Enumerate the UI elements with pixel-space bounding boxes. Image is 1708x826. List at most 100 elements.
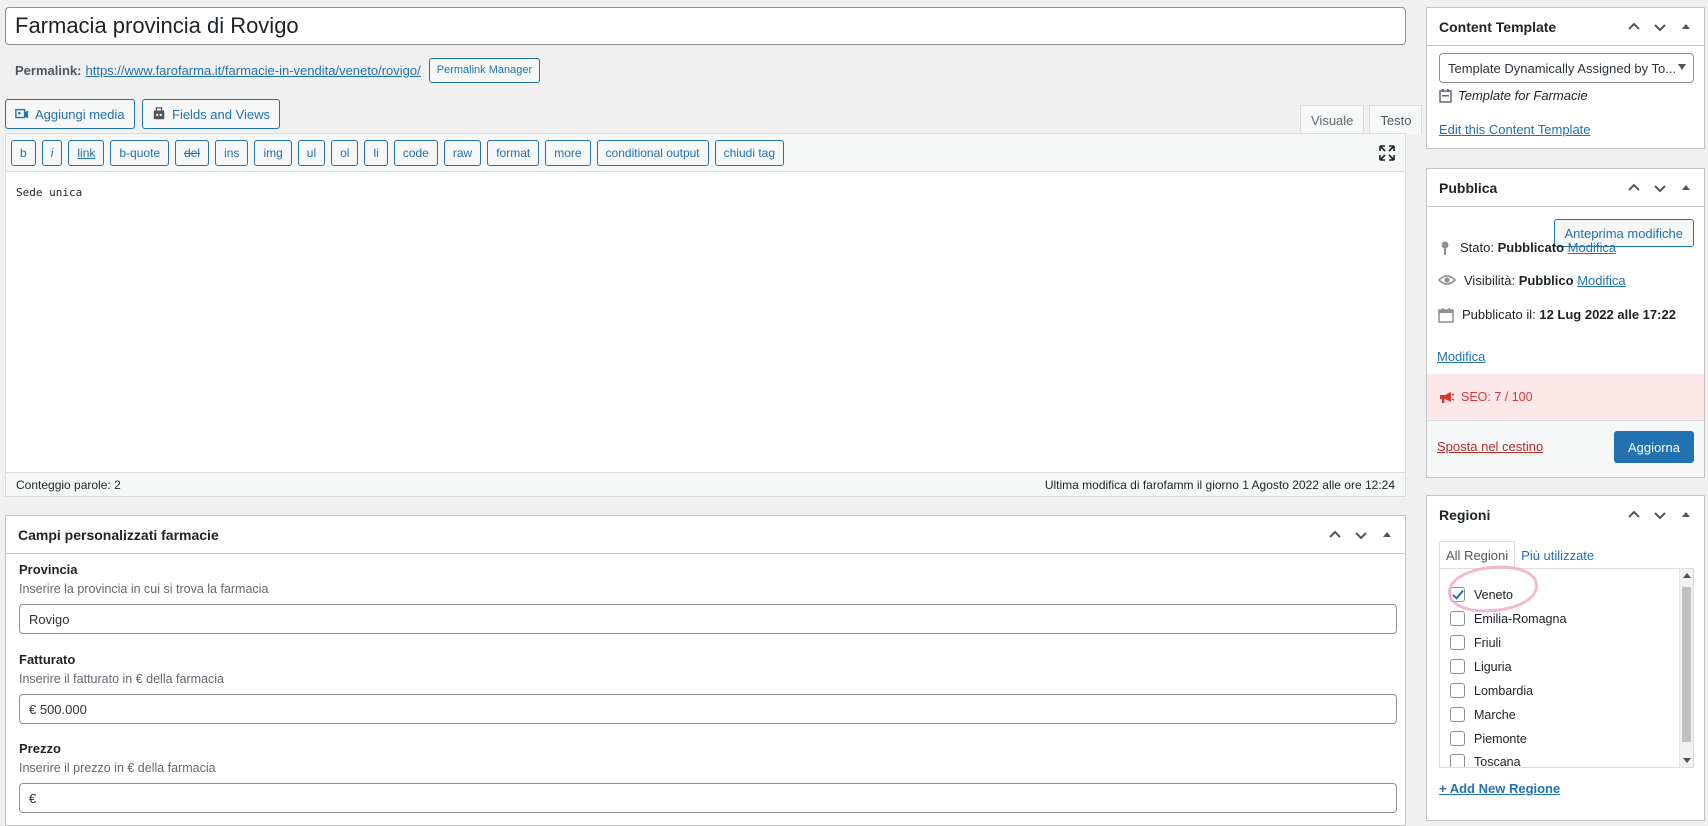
qt-ins-button[interactable]: ins <box>215 139 249 166</box>
visibility-label: Visibilità: <box>1464 273 1516 288</box>
region-checkbox[interactable] <box>1450 635 1465 650</box>
qt-del-button[interactable]: del <box>175 139 210 166</box>
move-down-icon[interactable] <box>1652 180 1668 196</box>
qt-format-button[interactable]: format <box>487 139 540 166</box>
published-label: Pubblicato il: <box>1462 307 1536 322</box>
edit-status-link[interactable]: Modifica <box>1568 240 1616 255</box>
region-item-friuli[interactable]: Friuli <box>1450 635 1501 650</box>
visibility-row: Visibilità: Pubblico Modifica <box>1438 273 1626 288</box>
field-description: Inserire il fatturato in € della farmaci… <box>19 672 224 686</box>
scrollbar-thumb[interactable] <box>1682 587 1691 742</box>
chevron-down-icon <box>1678 64 1686 70</box>
move-up-icon[interactable] <box>1626 180 1642 196</box>
pin-icon <box>1441 241 1449 255</box>
region-checkbox[interactable] <box>1450 754 1465 767</box>
publish-header: Pubblica <box>1427 169 1704 207</box>
template-icon <box>1439 89 1452 103</box>
tab-piu-utilizzate[interactable]: Più utilizzate <box>1515 541 1600 569</box>
fatturato-input[interactable]: € 500.000 <box>19 694 1397 724</box>
regions-tabs: All Regioni Più utilizzate <box>1439 541 1600 569</box>
move-up-icon[interactable] <box>1626 19 1642 35</box>
update-button[interactable]: Aggiorna <box>1613 431 1694 463</box>
prezzo-input[interactable]: € <box>19 783 1397 813</box>
move-up-icon[interactable] <box>1626 507 1642 523</box>
seo-score-bar[interactable]: SEO: 7 / 100 <box>1427 374 1704 420</box>
collapse-toggle-icon[interactable] <box>1678 507 1694 523</box>
fullscreen-icon[interactable] <box>1379 145 1395 161</box>
fields-views-label: Fields and Views <box>172 106 271 122</box>
qt-img-button[interactable]: img <box>254 139 292 166</box>
region-item-toscana[interactable]: Toscana <box>1450 754 1521 767</box>
field-label: Fatturato <box>19 652 76 667</box>
content-template-select[interactable]: Template Dynamically Assigned by To... <box>1439 53 1694 83</box>
qt-raw-button[interactable]: raw <box>443 139 482 166</box>
permalink-url[interactable]: https://www.farofarma.it/farmacie-in-ven… <box>85 63 420 78</box>
collapse-toggle-icon[interactable] <box>1678 19 1694 35</box>
qt-blockquote-button[interactable]: b-quote <box>110 139 170 166</box>
region-item-lombardia[interactable]: Lombardia <box>1450 683 1533 698</box>
calendar-icon <box>1438 308 1454 323</box>
regions-box: Regioni All Regioni Più utilizzate Venet… <box>1426 495 1705 821</box>
qt-ul-button[interactable]: ul <box>297 139 326 166</box>
move-down-icon[interactable] <box>1652 19 1668 35</box>
qt-close-tags-button[interactable]: chiudi tag <box>714 139 784 166</box>
region-checkbox[interactable] <box>1450 683 1465 698</box>
publish-title: Pubblica <box>1439 179 1498 196</box>
add-media-button[interactable]: Aggiungi media <box>5 99 135 129</box>
qt-conditional-output-button[interactable]: conditional output <box>596 139 709 166</box>
region-label: Lombardia <box>1474 683 1534 698</box>
qt-more-button[interactable]: more <box>545 139 591 166</box>
assigned-template-name: Template for Farmacie <box>1458 88 1588 103</box>
region-item-marche[interactable]: Marche <box>1450 707 1516 722</box>
regions-scrollbar[interactable] <box>1679 569 1693 767</box>
region-checkbox[interactable] <box>1450 707 1465 722</box>
status-row: Stato: Pubblicato Modifica <box>1438 240 1616 256</box>
status-label: Stato: <box>1460 240 1494 255</box>
custom-fields-header: Campi personalizzati farmacie <box>6 516 1405 554</box>
permalink-manager-button[interactable]: Permalink Manager <box>428 57 541 83</box>
edit-visibility-link[interactable]: Modifica <box>1577 273 1625 288</box>
post-title-input[interactable]: Farmacia provincia di Rovigo <box>5 7 1406 45</box>
qt-li-button[interactable]: li <box>364 139 388 166</box>
tab-visuale[interactable]: Visuale <box>1300 105 1365 134</box>
qt-ol-button[interactable]: ol <box>331 139 359 166</box>
seo-megaphone-icon <box>1440 392 1455 403</box>
qt-italic-button[interactable]: i <box>41 139 63 166</box>
fields-views-button[interactable]: Fields and Views <box>142 99 281 129</box>
editor-status-bar: Conteggio parole: 2 Ultima modifica di f… <box>6 472 1405 496</box>
eye-icon <box>1438 275 1456 285</box>
scroll-down-icon[interactable] <box>1683 758 1691 763</box>
scroll-up-icon[interactable] <box>1683 573 1691 578</box>
move-down-icon[interactable] <box>1652 507 1668 523</box>
add-new-regione-link[interactable]: + Add New Regione <box>1439 781 1560 796</box>
region-item-piemonte[interactable]: Piemonte <box>1450 731 1527 746</box>
move-to-trash-link[interactable]: Sposta nel cestino <box>1437 439 1543 454</box>
region-checkbox[interactable] <box>1450 659 1465 674</box>
edit-content-template-link[interactable]: Edit this Content Template <box>1439 122 1591 137</box>
qt-link-button[interactable]: link <box>68 139 105 166</box>
qt-bold-button[interactable]: b <box>11 139 36 166</box>
last-edit-info: Ultima modifica di farofamm il giorno 1 … <box>1044 477 1395 492</box>
editor-textarea[interactable]: Sede unica <box>16 186 82 199</box>
content-template-header: Content Template <box>1427 8 1704 46</box>
move-up-icon[interactable] <box>1327 527 1343 543</box>
status-value: Pubblicato <box>1497 240 1565 255</box>
region-checkbox[interactable] <box>1450 731 1465 746</box>
move-down-icon[interactable] <box>1353 527 1369 543</box>
region-checkbox[interactable] <box>1450 611 1465 626</box>
visibility-value: Pubblico <box>1518 273 1574 288</box>
provincia-input[interactable]: Rovigo <box>19 604 1397 634</box>
editor-tabs: Visuale Testo <box>1295 105 1423 134</box>
qt-code-button[interactable]: code <box>393 139 438 166</box>
collapse-toggle-icon[interactable] <box>1678 180 1694 196</box>
collapse-toggle-icon[interactable] <box>1379 527 1395 543</box>
region-item-liguria[interactable]: Liguria <box>1450 659 1512 674</box>
edit-date-link[interactable]: Modifica <box>1437 349 1485 364</box>
content-template-title: Content Template <box>1439 18 1557 35</box>
tab-testo[interactable]: Testo <box>1369 105 1423 134</box>
field-label: Prezzo <box>19 741 61 756</box>
region-item-emilia-romagna[interactable]: Emilia-Romagna <box>1450 611 1566 626</box>
region-label: Emilia-Romagna <box>1474 611 1567 626</box>
publish-box: Pubblica Anteprima modifiche Stato: Pubb… <box>1426 168 1705 478</box>
add-media-label: Aggiungi media <box>35 106 125 122</box>
